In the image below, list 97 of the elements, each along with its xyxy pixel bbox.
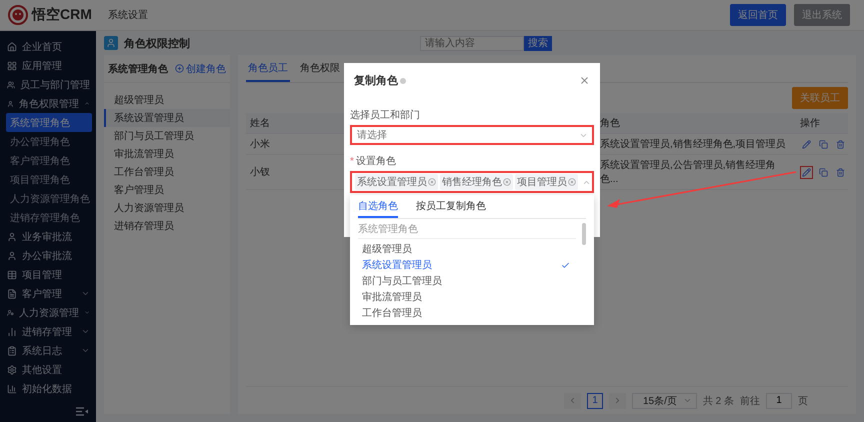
role-item[interactable]: 进销存管理员 [104, 217, 230, 235]
table-cell-text: 小米 [249, 138, 271, 152]
page-button[interactable]: 1 [586, 392, 603, 408]
sidebar-item[interactable]: 其他设置 [0, 360, 96, 379]
remove-tag-icon[interactable] [503, 178, 511, 186]
chevron-down-icon [682, 396, 692, 405]
field-label: * 设置角色 [350, 154, 397, 168]
table-cell-text: 系统设置管理员,销售经理角色,项目管理员 [599, 138, 787, 152]
dropdown-option[interactable]: 审批流管理员 [358, 289, 576, 305]
dropdown-option[interactable]: 部门与员工管理员 [358, 273, 576, 289]
sidebar-item[interactable]: 客户管理 [0, 284, 96, 303]
tab[interactable]: 角色员工 [246, 55, 290, 82]
nav-title: 系统设置 [108, 8, 149, 22]
menu-item-icon [7, 288, 17, 298]
menu-item-icon [7, 42, 17, 52]
sidebar-item[interactable]: 员工与部门管理 [0, 75, 96, 94]
plus-circle-icon [175, 64, 184, 73]
menu-item-icon [7, 232, 17, 242]
dialog-title: 复制角色 [354, 73, 406, 88]
search-button[interactable]: 搜索 [524, 36, 552, 50]
menu-item-icon [7, 250, 17, 260]
role-item[interactable]: 审批流管理员 [104, 145, 230, 163]
page-title: 角色权限控制 [124, 36, 191, 50]
page-size-select[interactable]: 15条/页 [632, 392, 697, 408]
user-icon [104, 36, 118, 50]
sidebar-item[interactable]: 业务审批流 [0, 227, 96, 246]
create-role-link[interactable]: 创建角色 [175, 62, 226, 76]
role-tag: 项目管理员 [515, 174, 578, 190]
sidebar-subitem[interactable]: 进销存管理角色 [6, 208, 92, 227]
sidebar-item[interactable]: 人力资源管理 [0, 303, 96, 322]
sidebar-item[interactable]: 进销存管理 [0, 322, 96, 341]
tab[interactable]: 自选角色 [358, 195, 398, 218]
edit-button[interactable] [800, 138, 813, 150]
menu-item-icon [7, 270, 17, 280]
total-count: 共 2 条 [702, 394, 734, 408]
search-field[interactable]: 请输入内容 [420, 36, 524, 50]
sidebar-item[interactable]: 角色权限管理 [0, 94, 96, 113]
sidebar-item[interactable]: 系统日志 [0, 341, 96, 360]
role-tag: 系统设置管理员 [355, 174, 438, 190]
menu-item-icon [7, 384, 17, 394]
menu-item-icon [7, 60, 17, 70]
role-tag: 销售经理角色 [440, 174, 513, 190]
column-header: 操作 [799, 117, 821, 131]
scrollbar-thumb[interactable] [582, 223, 586, 245]
field-label: 选择员工和部门 [350, 108, 421, 122]
dropdown-option[interactable]: 系统设置管理员 [358, 257, 576, 273]
sidebar-subitem[interactable]: 项目管理角色 [6, 170, 92, 189]
collapse-menu-icon[interactable] [76, 407, 88, 416]
role-item[interactable]: 系统设置管理员 [104, 109, 230, 127]
info-dot-icon [400, 78, 406, 84]
role-item[interactable]: 客户管理员 [104, 181, 230, 199]
menu-item-icon [7, 326, 17, 336]
table-cell-text: 系统设置管理员,公告管理员,销售经理角色... [599, 158, 777, 187]
sidebar-subitem[interactable]: 客户管理角色 [6, 151, 92, 170]
group-label: 系统管理角色 [358, 219, 576, 239]
menu-item-icon [7, 98, 14, 108]
menu-item-icon [7, 80, 15, 90]
dropdown-option[interactable]: 超级管理员 [358, 241, 576, 257]
table-cell-text: 小钗 [249, 166, 271, 180]
role-item[interactable]: 部门与员工管理员 [104, 127, 230, 145]
sidebar-item[interactable]: 应用管理 [0, 56, 96, 75]
role-item[interactable]: 超级管理员 [104, 91, 230, 109]
goto-page-field[interactable]: 1 [766, 392, 792, 408]
sidebar-item[interactable]: 初始化数据 [0, 379, 96, 398]
panel-title: 系统管理角色 [108, 62, 168, 76]
link-staff-button[interactable]: 关联员工 [792, 87, 848, 109]
menu-item-icon [7, 308, 14, 318]
sidebar-subitem[interactable]: 系统管理角色 [6, 113, 92, 132]
menu-item-icon [7, 364, 17, 374]
role-item[interactable]: 人力资源管理员 [104, 199, 230, 217]
home-button[interactable]: 返回首页 [730, 4, 786, 26]
edit-button[interactable] [800, 166, 813, 178]
role-item[interactable]: 工作台管理员 [104, 163, 230, 181]
staff-select[interactable]: 请选择 [350, 125, 594, 145]
tab[interactable]: 按员工复制角色 [416, 195, 486, 218]
dropdown-option[interactable]: 工作台管理员 [358, 305, 576, 321]
menu-item-icon [7, 346, 17, 356]
goto-label: 前往 [740, 394, 760, 408]
logo-text: 悟空CRM [32, 6, 92, 24]
copy-button[interactable] [817, 138, 830, 150]
sidebar-subitem[interactable]: 办公管理角色 [6, 132, 92, 151]
delete-button[interactable] [834, 166, 847, 178]
logo-icon [8, 5, 28, 25]
sidebar-item[interactable]: 企业首页 [0, 37, 96, 56]
checkmark-icon [561, 260, 570, 270]
sidebar-item[interactable]: 办公审批流 [0, 246, 96, 265]
delete-button[interactable] [834, 138, 847, 150]
remove-tag-icon[interactable] [568, 178, 576, 186]
sidebar-item[interactable]: 项目管理 [0, 265, 96, 284]
column-header: 角色 [599, 117, 621, 131]
remove-tag-icon[interactable] [428, 178, 436, 186]
copy-button[interactable] [817, 166, 830, 178]
column-header: 姓名 [249, 117, 271, 131]
page-suffix: 页 [798, 394, 808, 408]
close-button[interactable] [579, 75, 590, 86]
tab[interactable]: 角色权限 [298, 55, 342, 82]
sidebar-subitem[interactable]: 人力资源管理角色 [6, 189, 92, 208]
